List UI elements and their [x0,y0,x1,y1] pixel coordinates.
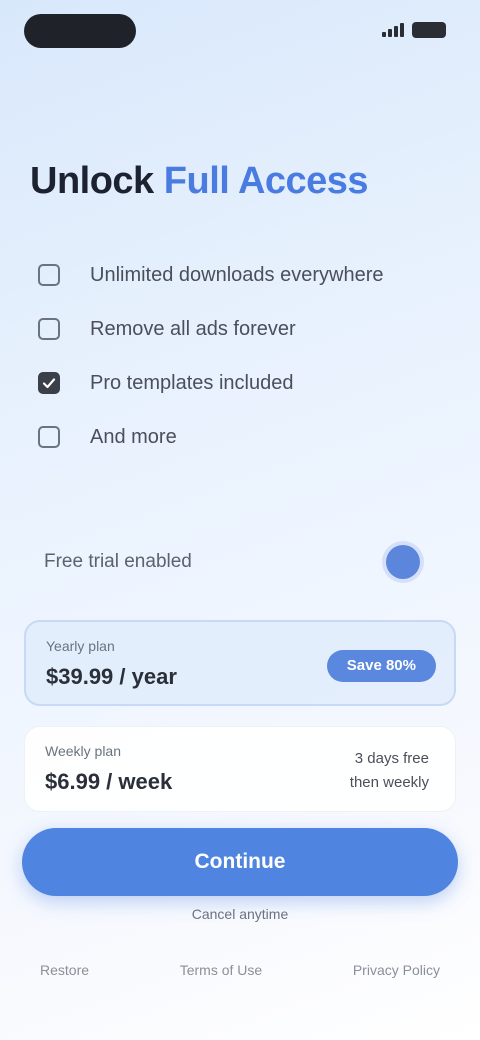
checkbox-checked-icon [38,372,60,394]
checkbox-icon [38,264,60,286]
plan-option-yearly[interactable]: Yearly plan $39.99 / year Save 80% [24,620,456,706]
feature-item: Pro templates included [38,356,438,410]
title-accent: Full Access [163,160,369,202]
free-trial-toggle-row[interactable]: Free trial enabled [24,530,456,594]
cancel-anytime-note: Cancel anytime [191,906,289,922]
feature-item: Unlimited downloads everywhere [38,248,438,302]
plan-name: Weekly plan [45,743,122,759]
status-time-pill [24,14,136,48]
free-trial-label: Free trial enabled [44,551,192,572]
checkbox-icon [38,426,60,448]
plan-side-line: 3 days free [354,750,429,767]
plan-side-line: then weekly [349,774,429,791]
footer-links: Restore Terms of Use Privacy Policy [40,962,440,978]
free-trial-toggle[interactable] [386,545,420,579]
privacy-link[interactable]: Privacy Policy [353,962,440,978]
feature-label: And more [90,425,177,448]
status-bar [0,0,480,64]
plan-trial-info: 3 days free then weekly [350,747,429,795]
signal-icon [382,23,404,37]
feature-label: Pro templates included [90,371,294,394]
feature-label: Unlimited downloads everywhere [90,263,384,286]
battery-icon [412,22,446,38]
plan-price: $6.99 / week [45,769,173,794]
plan-price: $39.99 / year [46,664,177,689]
feature-item: And more [38,410,438,464]
plan-name: Yearly plan [46,638,115,654]
checkbox-icon [38,318,60,340]
status-icons [382,22,446,38]
continue-button[interactable]: Continue [22,828,458,896]
feature-label: Remove all ads forever [90,317,296,340]
restore-link[interactable]: Restore [40,962,89,978]
feature-list: Unlimited downloads everywhere Remove al… [38,248,438,464]
terms-link[interactable]: Terms of Use [180,962,262,978]
title-primary: Unlock [30,160,154,202]
page-title: Unlock Full Access [30,160,369,203]
plan-option-weekly[interactable]: Weekly plan $6.99 / week 3 days free the… [24,726,456,812]
savings-badge: Save 80% [326,650,436,682]
feature-item: Remove all ads forever [38,302,438,356]
